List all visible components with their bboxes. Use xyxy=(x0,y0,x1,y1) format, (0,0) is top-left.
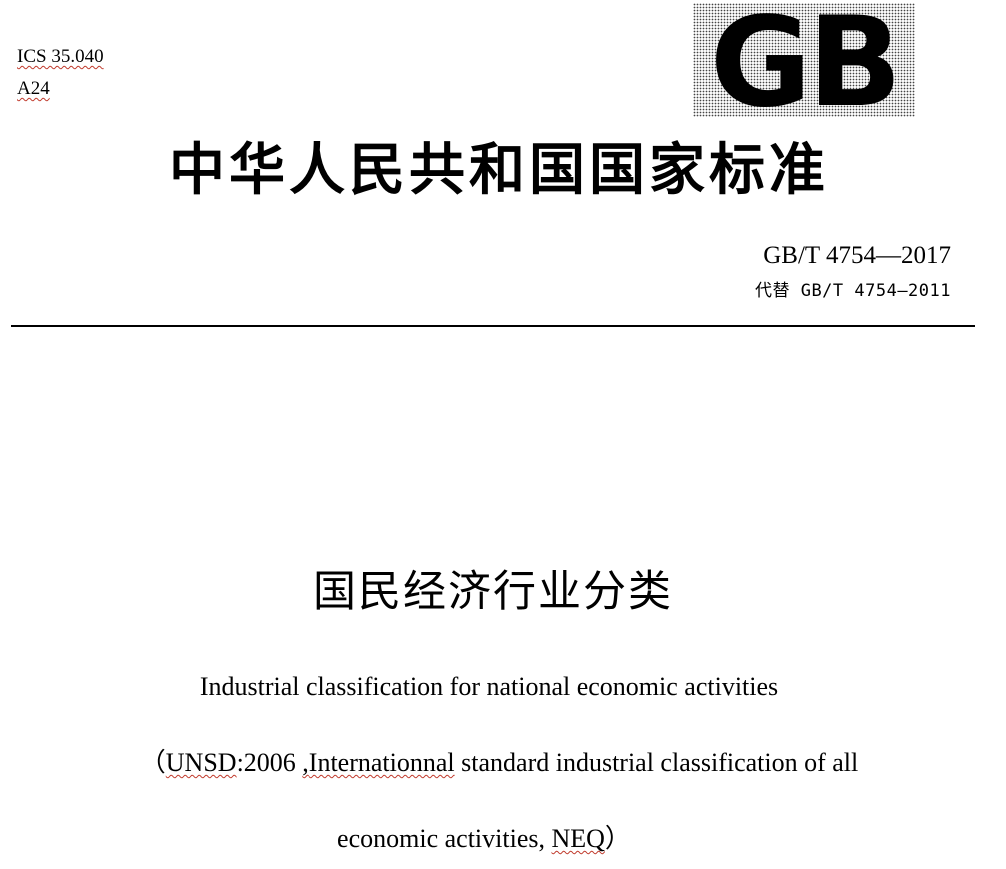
logo-lettering: GB xyxy=(710,3,898,117)
english-title: Industrial classification for national e… xyxy=(199,672,779,701)
reference-line2-start: economic activities, xyxy=(337,824,552,853)
open-paren: （ xyxy=(139,748,166,777)
close-paren: ） xyxy=(604,824,631,853)
national-standard-title: 中华人民共和国国家标准 xyxy=(169,138,829,203)
internationnal-text: Internationnal xyxy=(308,748,455,777)
category-code: A24 xyxy=(17,78,50,99)
gb-logo: GB xyxy=(693,3,915,117)
reference-line-2: economic activities, NEQ） xyxy=(0,824,968,854)
reference-line-1: （UNSD:2006 ,Internationnal standard indu… xyxy=(0,748,998,778)
unsd-text: UNSD xyxy=(165,748,237,777)
ics-code: ICS 35.040 xyxy=(17,46,104,67)
standard-number: GB/T 4754—2017 xyxy=(763,242,951,269)
reference-year: :2006 xyxy=(236,748,303,777)
chinese-title: 国民经济行业分类 xyxy=(313,567,673,617)
replaces-standard: 代替 GB/T 4754—2011 xyxy=(754,281,951,301)
reference-line1-rest: standard industrial classification of al… xyxy=(454,748,859,777)
neq-text: NEQ xyxy=(551,824,605,853)
header-divider xyxy=(11,325,975,327)
